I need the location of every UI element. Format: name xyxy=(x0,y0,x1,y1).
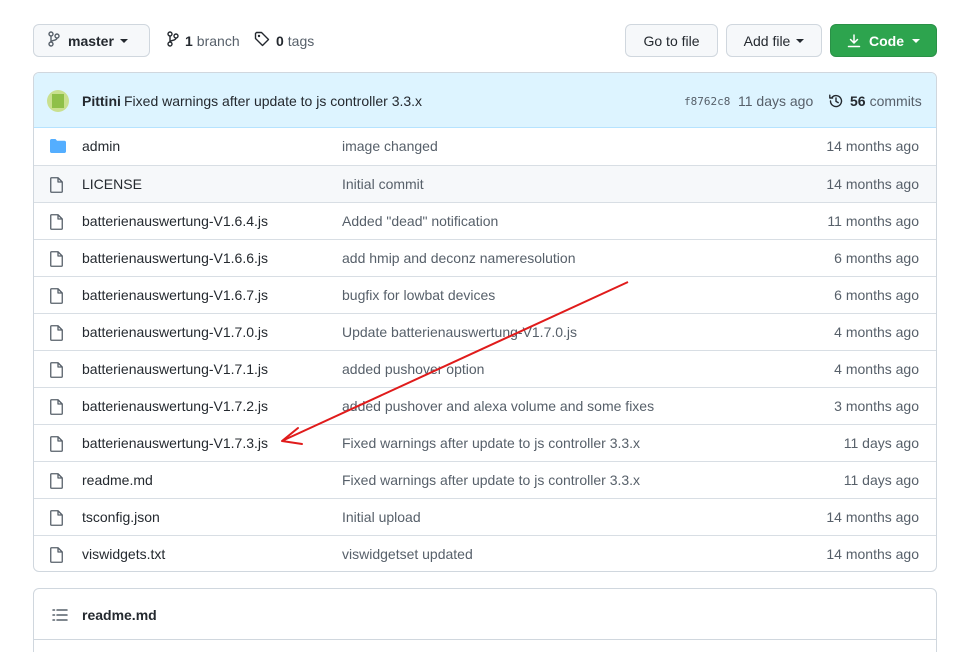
file-icon xyxy=(50,436,63,455)
commit-author[interactable]: Pittini xyxy=(82,93,121,109)
file-commit-message[interactable]: viswidgetset updated xyxy=(342,546,473,562)
git-branch-icon xyxy=(167,31,179,50)
commit-age: 11 days ago xyxy=(738,93,814,109)
file-name-link[interactable]: viswidgets.txt xyxy=(82,546,165,562)
file-name-link[interactable]: batterienauswertung-V1.6.7.js xyxy=(82,287,268,303)
file-list: Pittini Fixed warnings after update to j… xyxy=(33,72,937,572)
latest-commit-bar: Pittini Fixed warnings after update to j… xyxy=(34,73,936,128)
file-name-link[interactable]: admin xyxy=(82,138,120,154)
file-name-link[interactable]: batterienauswertung-V1.6.6.js xyxy=(82,250,268,266)
file-row[interactable]: batterienauswertung-V1.7.1.js added pusho… xyxy=(34,350,936,387)
file-commit-age: 6 months ago xyxy=(834,287,919,303)
go-to-file-button[interactable]: Go to file xyxy=(625,24,718,57)
file-commit-age: 14 months ago xyxy=(826,509,919,525)
branches-count: 1 xyxy=(185,32,193,49)
code-label: Code xyxy=(869,32,904,49)
chevron-down-icon xyxy=(912,38,920,43)
git-branch-icon xyxy=(48,31,60,50)
file-row[interactable]: batterienauswertung-V1.7.3.js Fixed warni… xyxy=(34,424,936,461)
tags-label: tags xyxy=(287,32,315,49)
file-commit-age: 14 months ago xyxy=(826,138,919,154)
file-commit-message[interactable]: bugfix for lowbat devices xyxy=(342,287,495,303)
file-row[interactable]: batterienauswertung-V1.7.2.js added pusho… xyxy=(34,387,936,424)
file-commit-message[interactable]: Initial upload xyxy=(342,509,421,525)
list-icon[interactable] xyxy=(52,608,68,625)
file-name-link[interactable]: batterienauswertung-V1.6.4.js xyxy=(82,213,268,229)
file-commit-age: 11 days ago xyxy=(843,472,919,488)
file-icon xyxy=(50,362,63,381)
file-name-link[interactable]: LICENSE xyxy=(82,176,142,192)
readme-header: readme.md xyxy=(34,589,936,640)
file-commit-message[interactable]: Initial commit xyxy=(342,176,424,192)
file-commit-message[interactable]: add hmip and deconz nameresolution xyxy=(342,250,576,266)
file-name-link[interactable]: readme.md xyxy=(82,472,153,488)
file-icon xyxy=(50,399,63,418)
file-row[interactable]: batterienauswertung-V1.7.0.js Update batt… xyxy=(34,313,936,350)
file-row[interactable]: batterienauswertung-V1.6.7.js bugfix for … xyxy=(34,276,936,313)
file-row[interactable]: batterienauswertung-V1.6.4.js Added "dead… xyxy=(34,202,936,239)
file-name-link[interactable]: batterienauswertung-V1.7.2.js xyxy=(82,398,268,414)
commits-count: 56 xyxy=(850,93,866,109)
file-name-link[interactable]: batterienauswertung-V1.7.3.js xyxy=(82,435,268,451)
file-icon xyxy=(50,251,63,270)
file-rows: admin image changed 14 months ago LICENSE In… xyxy=(34,128,936,571)
branches-link[interactable]: 1 branch xyxy=(167,24,240,57)
file-commit-age: 14 months ago xyxy=(826,546,919,562)
branches-label: branch xyxy=(196,32,240,49)
readme-panel: readme.md xyxy=(33,588,937,652)
file-row[interactable]: LICENSE Initial commit 14 months ago xyxy=(34,165,936,202)
file-name-link[interactable]: batterienauswertung-V1.7.0.js xyxy=(82,324,268,340)
history-icon xyxy=(828,93,844,109)
commit-sha[interactable]: f8762c8 xyxy=(684,95,730,108)
file-commit-message[interactable]: Fixed warnings after update to js contro… xyxy=(342,472,640,488)
file-commit-age: 4 months ago xyxy=(834,361,919,377)
file-name-link[interactable]: tsconfig.json xyxy=(82,509,160,525)
file-name-link[interactable]: batterienauswertung-V1.7.1.js xyxy=(82,361,268,377)
file-row[interactable]: readme.md Fixed warnings after update to … xyxy=(34,461,936,498)
file-commit-age: 4 months ago xyxy=(834,324,919,340)
file-commit-message[interactable]: Update batterienauswertung-V1.7.0.js xyxy=(342,324,577,340)
commit-message[interactable]: Fixed warnings after update to js contro… xyxy=(124,93,422,109)
file-icon xyxy=(50,510,63,529)
file-icon xyxy=(50,177,63,196)
commits-label: commits xyxy=(869,93,922,109)
file-commit-age: 6 months ago xyxy=(834,250,919,266)
file-commit-message[interactable]: Added "dead" notification xyxy=(342,213,498,229)
readme-title[interactable]: readme.md xyxy=(82,607,157,623)
file-commit-message[interactable]: image changed xyxy=(342,138,438,154)
code-button[interactable]: Code xyxy=(830,24,937,57)
download-icon xyxy=(847,33,861,48)
file-row[interactable]: batterienauswertung-V1.6.6.js add hmip an… xyxy=(34,239,936,276)
add-file-label: Add file xyxy=(743,32,791,49)
file-commit-age: 11 days ago xyxy=(843,435,919,451)
commits-link[interactable]: 56 commits xyxy=(828,93,922,109)
folder-icon xyxy=(50,139,66,156)
branch-select-button[interactable]: master xyxy=(33,24,150,57)
file-row[interactable]: tsconfig.json Initial upload 14 months ago xyxy=(34,498,936,535)
file-icon xyxy=(50,288,63,307)
chevron-down-icon xyxy=(119,38,128,43)
tag-icon xyxy=(254,31,270,50)
file-commit-age: 14 months ago xyxy=(826,176,919,192)
file-icon xyxy=(50,473,63,492)
branch-name: master xyxy=(68,32,114,49)
file-commit-age: 11 months ago xyxy=(827,213,919,229)
file-commit-message[interactable]: added pushover and alexa volume and some… xyxy=(342,398,654,414)
repo-toolbar: master 1 branch 0 tags Go to file Add fi… xyxy=(33,24,937,57)
file-row[interactable]: viswidgets.txt viswidgetset updated 14 mon… xyxy=(34,535,936,571)
chevron-down-icon xyxy=(796,38,805,43)
file-commit-message[interactable]: added pushover option xyxy=(342,361,484,377)
file-row[interactable]: admin image changed 14 months ago xyxy=(34,128,936,165)
tags-link[interactable]: 0 tags xyxy=(254,24,314,57)
add-file-button[interactable]: Add file xyxy=(726,24,822,57)
tags-count: 0 xyxy=(276,32,284,49)
avatar[interactable] xyxy=(47,90,69,112)
file-commit-age: 3 months ago xyxy=(834,398,919,414)
file-icon xyxy=(50,325,63,344)
file-icon xyxy=(50,214,63,233)
file-icon xyxy=(50,547,63,566)
file-commit-message[interactable]: Fixed warnings after update to js contro… xyxy=(342,435,640,451)
